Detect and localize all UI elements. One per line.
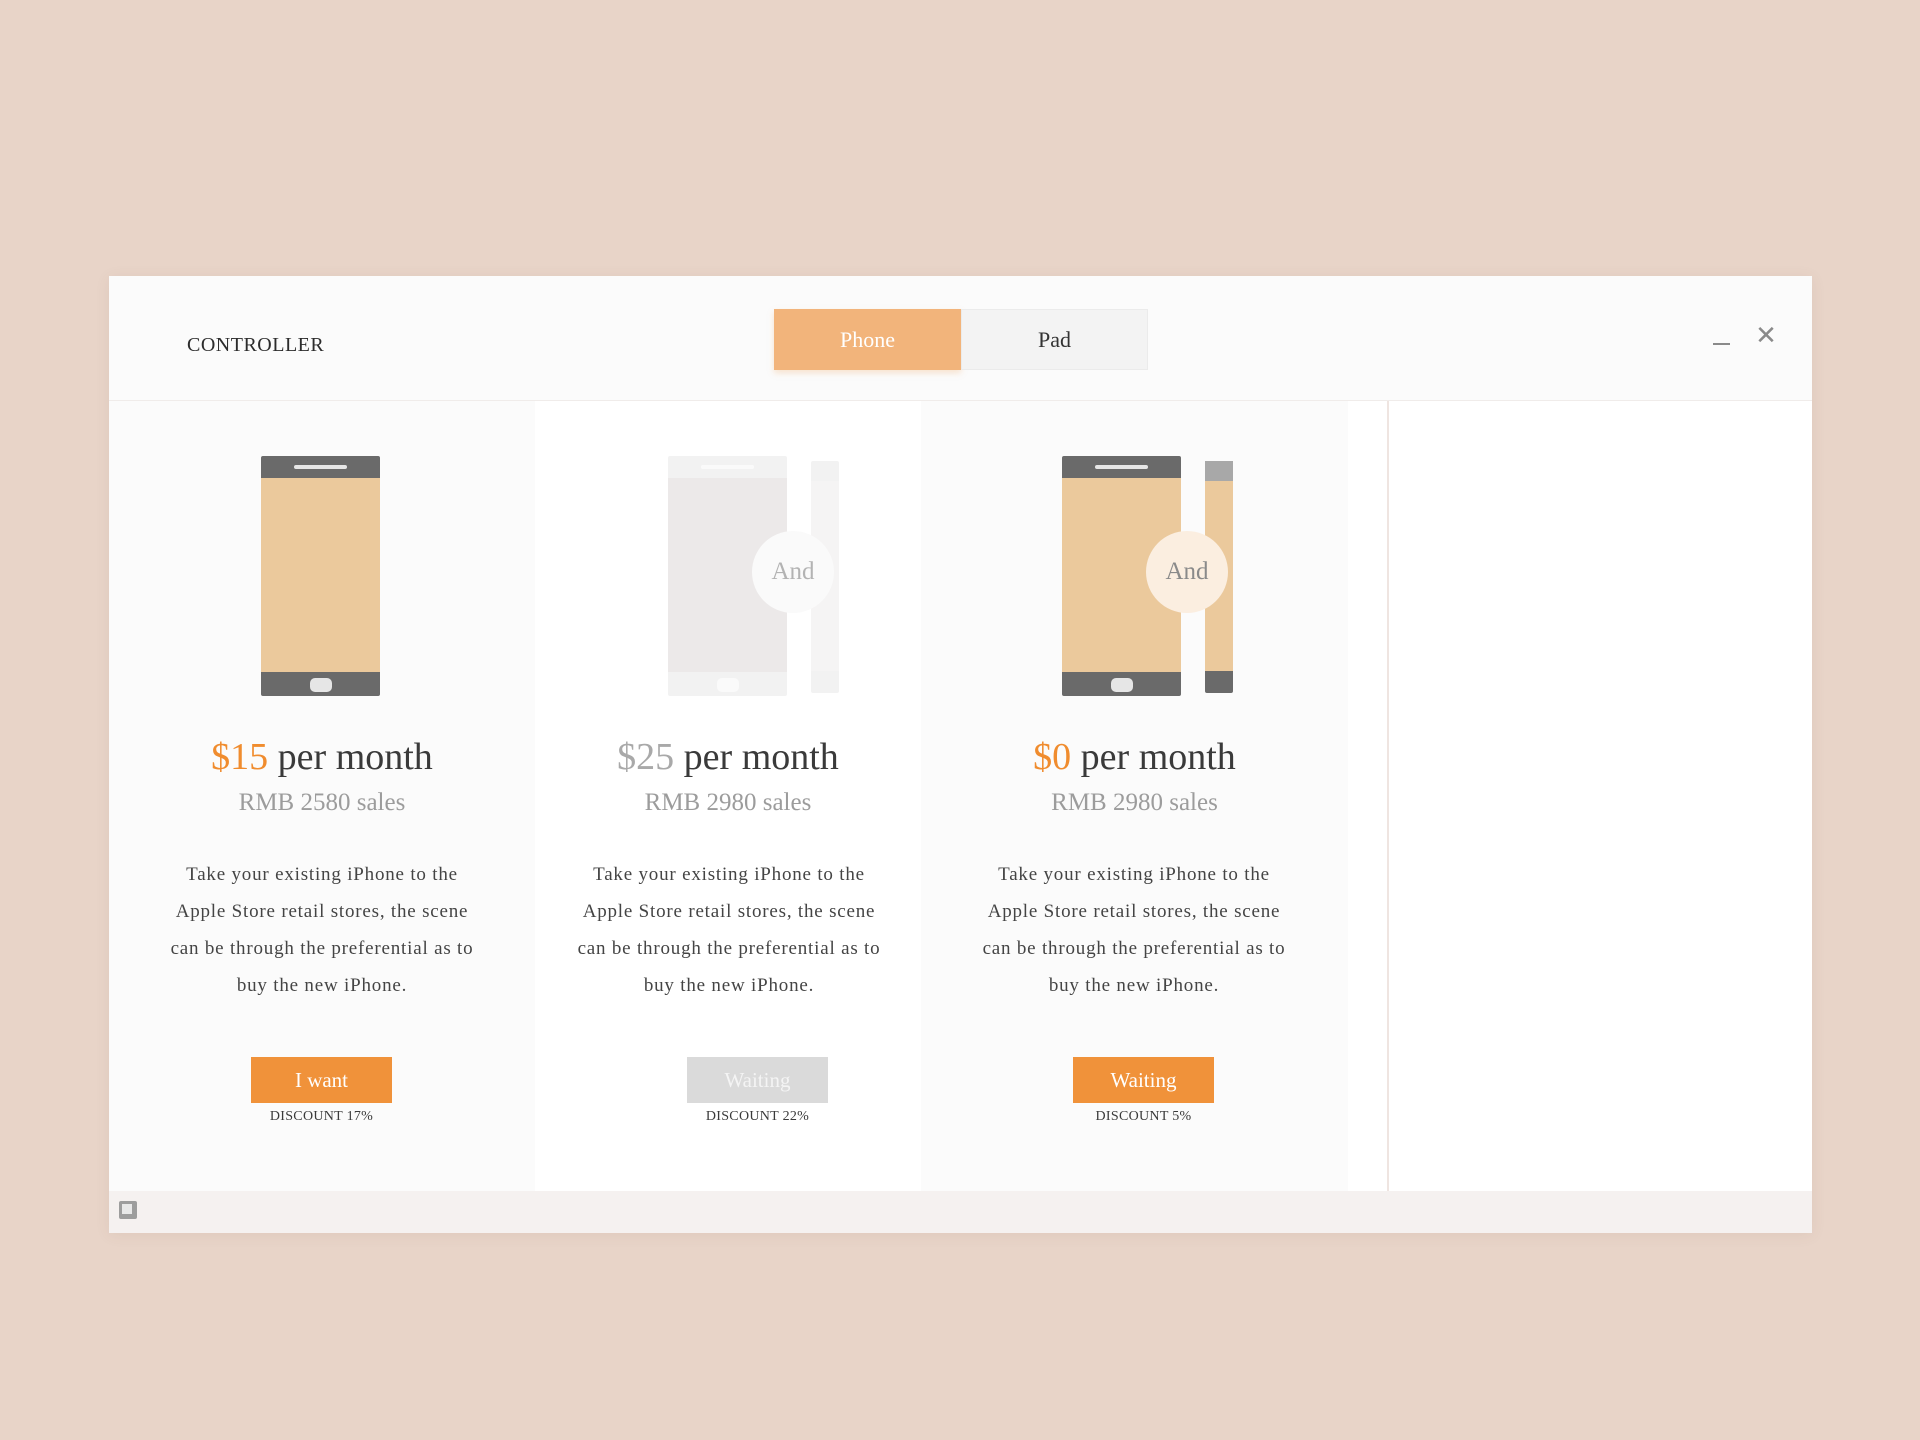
window-resize-icon[interactable] [119,1201,137,1219]
plan-price: $25 per month [617,736,839,778]
title-bar: CONTROLLER Phone Pad ✕ [109,276,1812,401]
minimize-icon[interactable] [1706,321,1736,351]
plan-sales: RMB 2980 sales [1051,789,1218,816]
plan-card: And $0 per month RMB 2980 sales Take you… [921,401,1348,1191]
discount-label: DISCOUNT 22% [705,1109,810,1124]
discount-label: DISCOUNT 17% [269,1109,374,1124]
app-title: CONTROLLER [187,334,325,356]
device-tabs: Phone Pad [774,309,1148,370]
plan-description: Take your existing iPhone to the Apple S… [982,864,1286,996]
plan-description: Take your existing iPhone to the Apple S… [577,864,881,996]
waiting-button[interactable]: Waiting [1073,1057,1214,1103]
plan-card: $15 per month RMB 2580 sales Take your e… [109,401,535,1191]
plans-area: $15 per month RMB 2580 sales Take your e… [109,401,1812,1191]
plan-price: $0 per month [1033,736,1236,778]
waiting-button[interactable]: Waiting [687,1057,828,1103]
phone-illustration [261,456,380,696]
tab-phone[interactable]: Phone [774,309,961,370]
tab-pad[interactable]: Pad [961,309,1148,370]
and-badge: And [1146,531,1228,613]
plan-price: $15 per month [211,736,433,778]
discount-label: DISCOUNT 5% [1095,1109,1192,1124]
i-want-button[interactable]: I want [251,1057,392,1103]
and-badge: And [752,531,834,613]
plan-sales: RMB 2580 sales [238,789,406,816]
plan-description: Take your existing iPhone to the Apple S… [170,864,474,996]
plan-sales: RMB 2980 sales [644,789,812,816]
close-icon[interactable]: ✕ [1751,321,1781,351]
panel-divider [1387,401,1389,1191]
status-bar [109,1191,1812,1233]
app-window: CONTROLLER Phone Pad ✕ $15 per month RMB… [109,276,1812,1233]
plan-card: And $25 per month RMB 2980 sales Take yo… [535,401,921,1191]
